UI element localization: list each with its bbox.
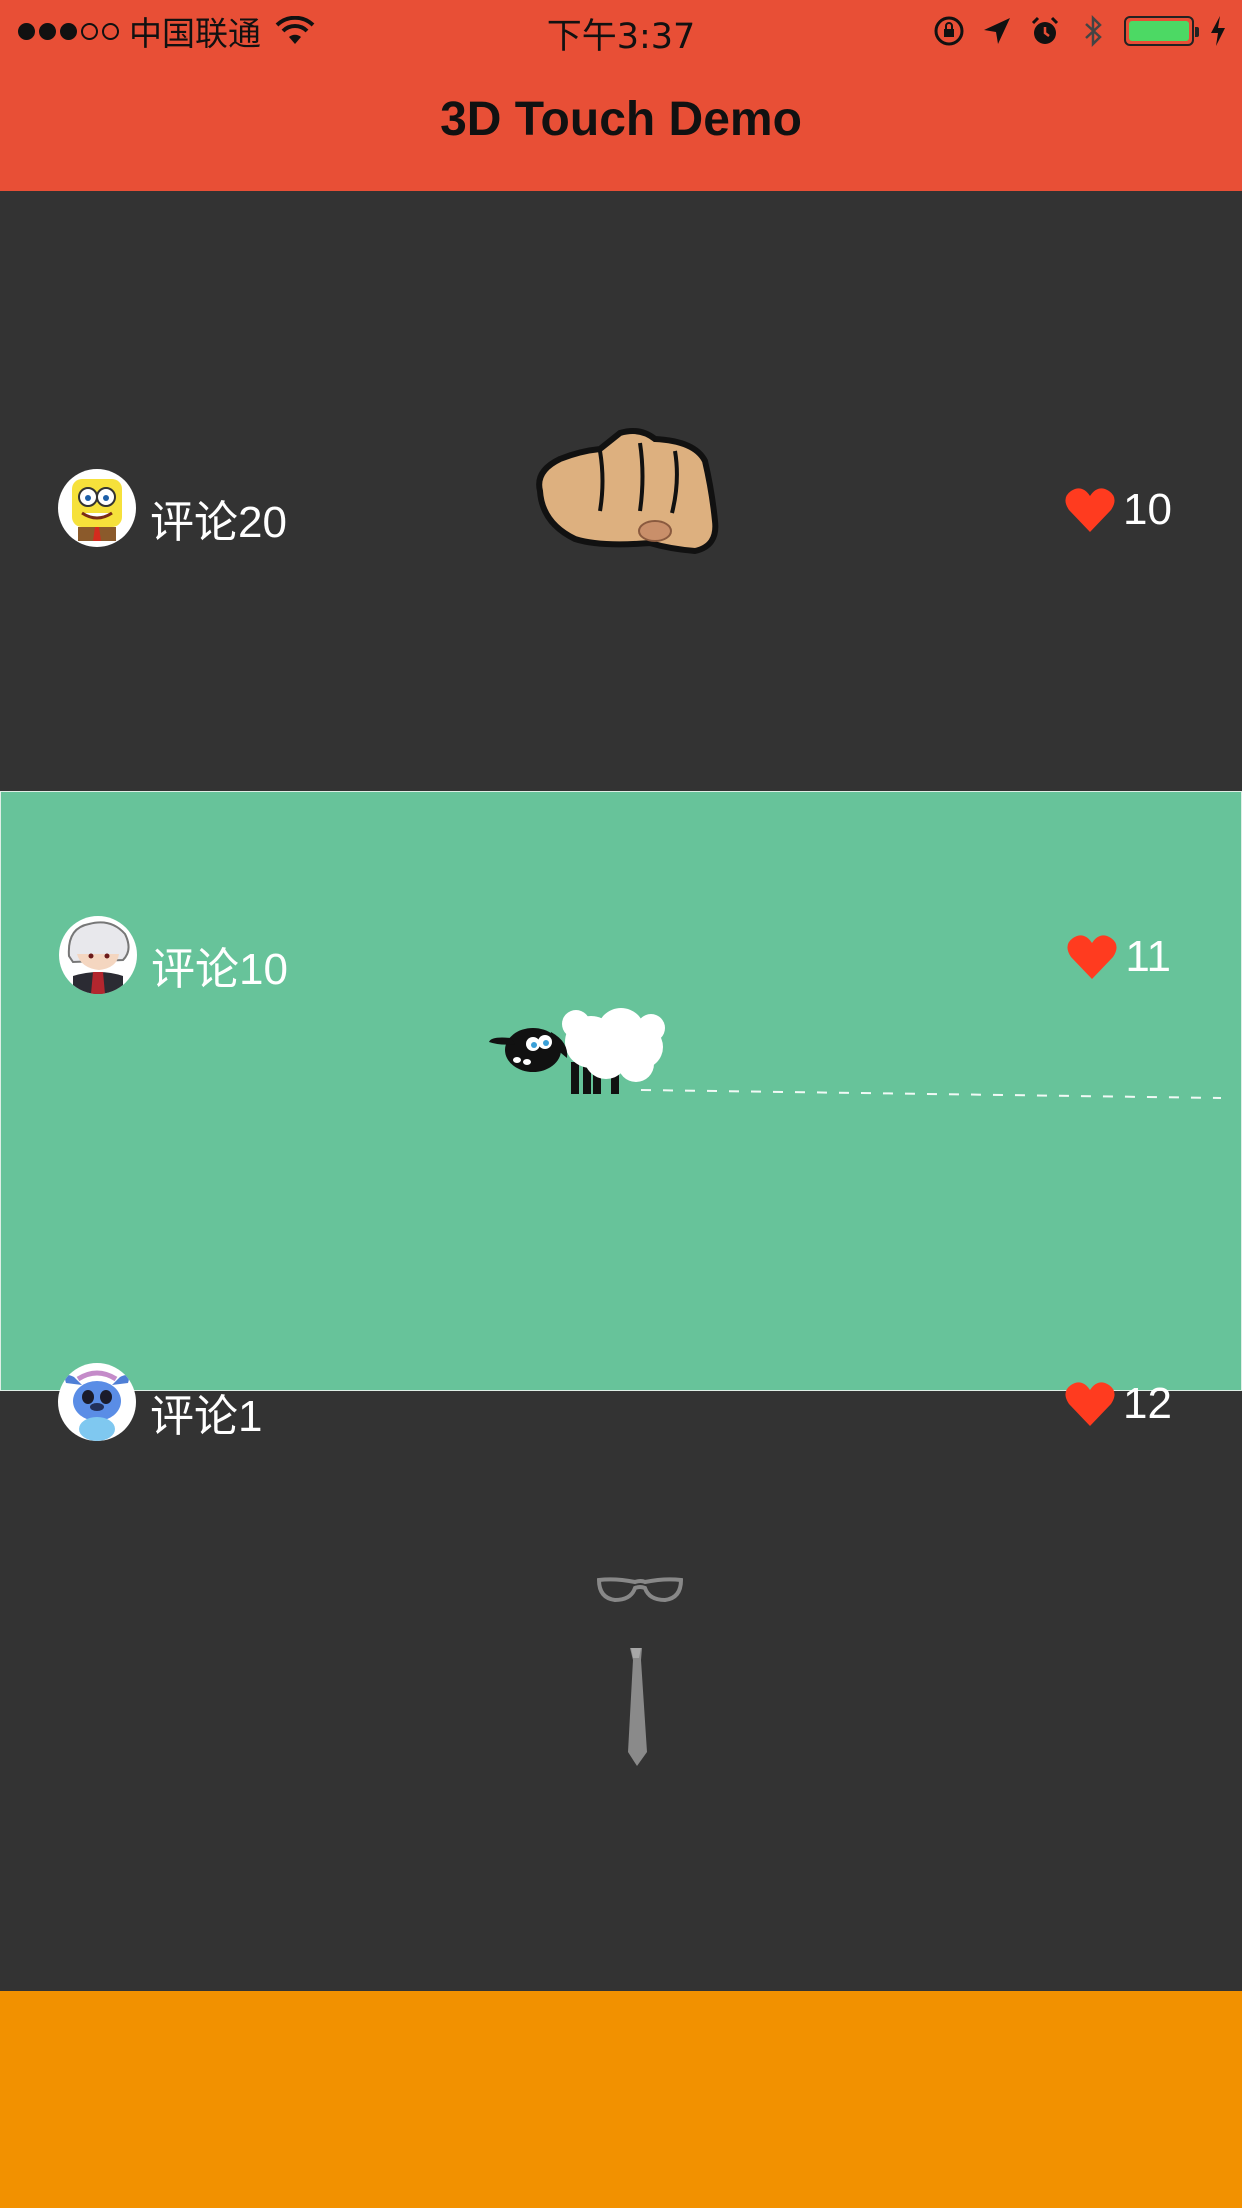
- heart-icon: [1067, 935, 1117, 979]
- bluetooth-icon: [1085, 14, 1102, 48]
- heart-icon: [1065, 1382, 1115, 1426]
- top-bar: 中国联通 下午3:37 3D Touch Demo: [0, 0, 1242, 191]
- fist-icon: [536, 428, 719, 555]
- feed-card-1[interactable]: 评论20 10: [0, 191, 1242, 791]
- comment-count[interactable]: 评论1: [150, 1380, 262, 1444]
- gintoki-avatar-icon[interactable]: [59, 916, 137, 994]
- charging-icon: [1211, 16, 1225, 46]
- sheep-icon: [489, 1008, 1221, 1099]
- feed-card-2[interactable]: 评论10 11: [0, 791, 1242, 1391]
- like-button[interactable]: 11: [1065, 932, 1171, 982]
- alarm-icon: [1031, 16, 1059, 44]
- glasses-tie-icon: [596, 1577, 684, 1766]
- like-button[interactable]: 10: [1063, 485, 1172, 535]
- status-right: [932, 10, 1228, 52]
- stitch-avatar-icon[interactable]: [58, 1363, 136, 1441]
- like-count: 11: [1125, 932, 1171, 981]
- like-button[interactable]: 12: [1063, 1379, 1172, 1429]
- battery-icon: [1124, 16, 1199, 46]
- nav-title: 3D Touch Demo: [440, 93, 802, 146]
- heart-icon: [1065, 488, 1115, 532]
- comment-count[interactable]: 评论10: [151, 933, 288, 997]
- spongebob-avatar-icon[interactable]: [58, 469, 136, 547]
- location-arrow-icon: [984, 18, 1010, 44]
- feed-card-4[interactable]: [0, 1991, 1242, 2208]
- feed-card-3[interactable]: 评论1 12: [0, 1363, 1242, 1991]
- orientation-lock-icon: [934, 16, 964, 46]
- comment-count[interactable]: 评论20: [150, 486, 287, 550]
- like-count: 10: [1123, 485, 1172, 534]
- like-count: 12: [1123, 1379, 1172, 1428]
- status-bar: 中国联通 下午3:37: [0, 0, 1242, 62]
